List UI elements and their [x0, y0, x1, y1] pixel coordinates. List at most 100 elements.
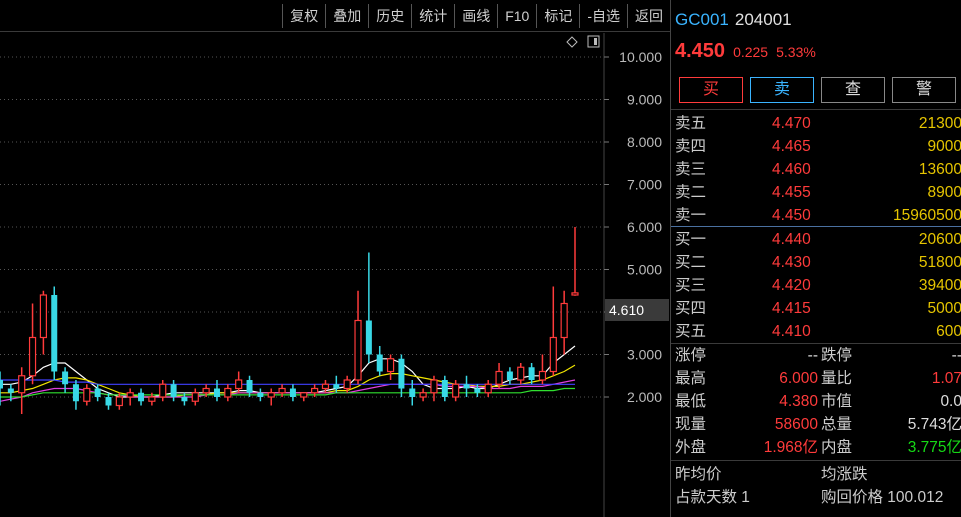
stats-row: 现量 58600 总量 5.743亿	[675, 413, 961, 436]
bid-ask-divider	[671, 226, 961, 227]
security-header: GC001 204001	[675, 10, 792, 30]
candle	[72, 380, 79, 410]
ask-volume: 8900	[927, 184, 961, 201]
candle	[376, 346, 383, 376]
history-button[interactable]: 历史	[368, 4, 411, 28]
quote-panel: GC001 204001 4.450 0.225 5.33% 买 卖 查 警 卖五 4.…	[670, 0, 961, 517]
divider	[671, 460, 961, 461]
candle	[138, 388, 145, 406]
candle	[39, 290, 47, 355]
f10-button[interactable]: F10	[497, 4, 536, 28]
stat-label: 内盘	[821, 439, 853, 456]
ask-price: 4.460	[772, 161, 811, 178]
misc-row: 占款天数 1 购回价格 100.012	[675, 486, 961, 509]
avg-change-label: 均涨跌	[821, 466, 868, 483]
bid-volume: 39400	[918, 277, 961, 294]
alert-button[interactable]: 警	[892, 77, 956, 103]
stat-label: 总量	[821, 416, 853, 433]
candle	[452, 380, 460, 402]
candle	[571, 227, 579, 296]
ask-row[interactable]: 卖三 4.460 13600	[675, 158, 961, 181]
candle	[365, 252, 372, 363]
bid-label: 买五	[675, 323, 707, 340]
candle	[28, 303, 37, 385]
stats-row: 外盘 1.968亿 内盘 3.775亿	[675, 436, 961, 459]
candle	[213, 380, 220, 402]
y-tick-label: 9.000	[627, 92, 662, 108]
remove-watchlist-button[interactable]: -自选	[579, 4, 627, 28]
bid-row[interactable]: 买三 4.420 39400	[675, 274, 961, 297]
high-value: 6.000	[779, 370, 818, 387]
sell-button[interactable]: 卖	[750, 77, 814, 103]
statistics-button[interactable]: 统计	[411, 4, 454, 28]
limit-down-value: --	[951, 347, 961, 364]
bid-price: 4.410	[772, 323, 811, 340]
bid-price: 4.420	[772, 277, 811, 294]
y-tick-label: 5.000	[627, 262, 662, 278]
bid-row[interactable]: 买二 4.430 51800	[675, 251, 961, 274]
mark-button[interactable]: 标记	[536, 4, 579, 28]
bid-row[interactable]: 买五 4.410 600	[675, 320, 961, 343]
bid-label: 买四	[675, 300, 707, 317]
bid-price: 4.440	[772, 231, 811, 248]
ask-volume: 13600	[918, 161, 961, 178]
inner-volume-value: 3.775亿	[907, 439, 961, 456]
ask-row[interactable]: 卖四 4.465 9000	[675, 135, 961, 158]
candles	[0, 227, 579, 414]
fuquan-button[interactable]: 复权	[282, 4, 325, 28]
buy-button[interactable]: 买	[679, 77, 743, 103]
candle	[300, 392, 308, 402]
draw-line-button[interactable]: 画线	[454, 4, 497, 28]
diamond-icon[interactable]	[566, 36, 578, 48]
y-tick-label: 8.000	[627, 134, 662, 150]
candle	[83, 384, 91, 406]
volume-ratio-value: 1.07	[931, 370, 961, 387]
ask-price: 4.450	[772, 207, 811, 224]
ask-row[interactable]: 卖一 4.450 15960500	[675, 204, 961, 227]
back-button[interactable]: 返回	[627, 4, 670, 28]
stat-label: 外盘	[675, 439, 707, 456]
stat-label: 市值	[821, 393, 853, 410]
outer-volume-value: 1.968亿	[763, 439, 818, 456]
security-name: 204001	[734, 10, 792, 29]
y-tick-label: 10.000	[619, 49, 662, 65]
candle	[495, 363, 503, 389]
bid-label: 买一	[675, 231, 707, 248]
overlay-button[interactable]: 叠加	[325, 4, 368, 28]
candle	[560, 290, 568, 355]
stat-label: 涨停	[675, 347, 707, 364]
panel-toggle-icon[interactable]	[587, 35, 600, 48]
candle	[224, 384, 232, 402]
ask-price: 4.470	[772, 115, 811, 132]
funding-days: 占款天数 1	[675, 489, 750, 506]
ask-row[interactable]: 卖二 4.455 8900	[675, 181, 961, 204]
candle	[506, 367, 513, 385]
ask-label: 卖三	[675, 161, 707, 178]
last-price-tag: 4.610	[605, 299, 669, 321]
price-change-pct: 5.33%	[776, 44, 816, 60]
candle	[235, 371, 243, 393]
candle	[538, 354, 547, 385]
candle	[257, 388, 264, 402]
security-code: GC001	[675, 10, 729, 29]
candlestick-chart[interactable]: 10.0009.0008.0007.0006.0005.0004.0003.00…	[0, 33, 670, 517]
ask-row[interactable]: 卖五 4.470 21300	[675, 112, 961, 135]
candle	[463, 375, 470, 397]
chart-svg[interactable]: 10.0009.0008.0007.0006.0005.0004.0003.00…	[0, 33, 670, 517]
candle	[170, 380, 177, 402]
candle	[159, 380, 167, 402]
candle	[51, 286, 58, 380]
candle	[386, 354, 395, 380]
bid-row[interactable]: 买四 4.415 5000	[675, 297, 961, 320]
trade-actions: 买 卖 查 警	[679, 77, 956, 103]
toolbar-buttons: 复权 叠加 历史 统计 画线 F10 标记 -自选 返回	[282, 4, 670, 28]
bid-price: 4.415	[772, 300, 811, 317]
last-price: 4.450	[675, 40, 726, 62]
query-button[interactable]: 查	[821, 77, 885, 103]
candle	[419, 388, 427, 402]
price-line: 4.450 0.225 5.33%	[675, 40, 824, 63]
y-tick-label: 2.000	[627, 389, 662, 405]
bid-label: 买二	[675, 254, 707, 271]
candle	[484, 380, 492, 397]
bid-row[interactable]: 买一 4.440 20600	[675, 228, 961, 251]
